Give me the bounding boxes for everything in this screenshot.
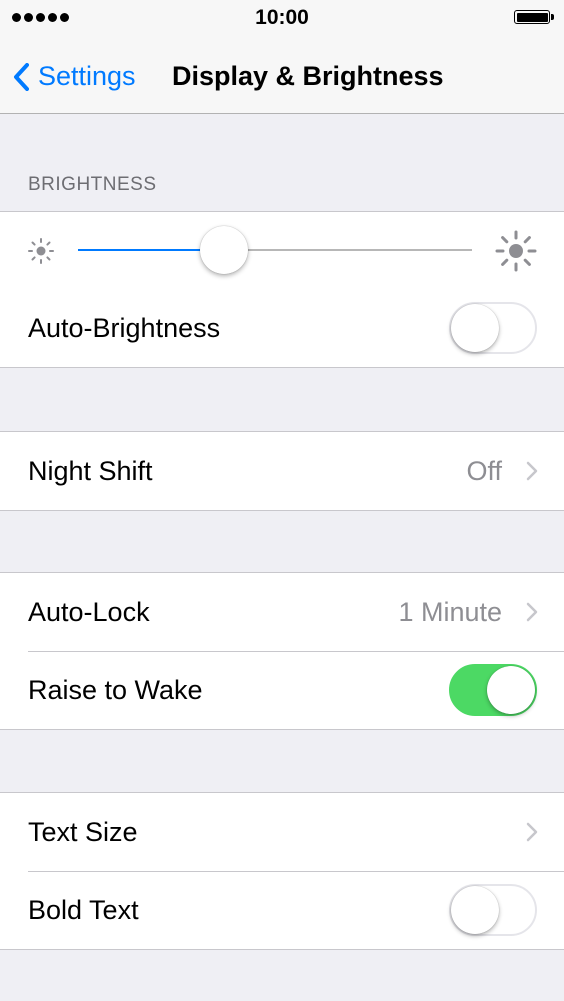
page-title: Display & Brightness <box>172 61 444 91</box>
chevron-right-icon <box>526 822 538 847</box>
text-size-label: Text Size <box>28 816 138 847</box>
text-group: Text Size Bold Text <box>0 792 564 950</box>
night-shift-row[interactable]: Night Shift Off <box>0 432 564 510</box>
brightness-slider-row <box>0 212 564 289</box>
text-size-row[interactable]: Text Size <box>0 793 564 871</box>
sun-large-icon <box>494 229 538 278</box>
auto-lock-row[interactable]: Auto-Lock 1 Minute <box>0 573 564 651</box>
night-shift-value: Off <box>466 455 502 486</box>
night-shift-label: Night Shift <box>28 455 153 486</box>
auto-lock-value: 1 Minute <box>398 596 502 627</box>
toggle-knob <box>451 304 499 352</box>
back-button[interactable]: Settings <box>13 40 136 113</box>
battery-full-icon <box>514 10 554 26</box>
auto-lock-label: Auto-Lock <box>28 596 150 627</box>
raise-to-wake-toggle[interactable] <box>449 664 537 716</box>
brightness-group: Auto-Brightness <box>0 211 564 368</box>
navigation-bar: Settings Display & Brightness <box>0 40 564 114</box>
chevron-right-icon <box>526 461 538 486</box>
night-shift-group: Night Shift Off <box>0 431 564 511</box>
raise-to-wake-label: Raise to Wake <box>28 674 203 705</box>
toggle-knob <box>451 886 499 934</box>
auto-brightness-row: Auto-Brightness <box>0 289 564 367</box>
sun-small-icon <box>26 236 56 271</box>
lock-group: Auto-Lock 1 Minute Raise to Wake <box>0 572 564 730</box>
chevron-right-icon <box>526 602 538 627</box>
toggle-knob <box>487 666 535 714</box>
back-button-label: Settings <box>38 61 136 91</box>
status-time: 10:00 <box>255 6 309 29</box>
brightness-track-empty <box>223 249 472 251</box>
brightness-slider-thumb[interactable] <box>199 226 248 274</box>
bold-text-toggle[interactable] <box>449 884 537 936</box>
auto-brightness-label: Auto-Brightness <box>28 312 221 343</box>
auto-brightness-toggle[interactable] <box>449 302 537 354</box>
chevron-left-icon <box>13 62 29 91</box>
section-header-brightness: BRIGHTNESS <box>28 174 157 195</box>
bold-text-label: Bold Text <box>28 894 139 925</box>
status-bar: 10:00 <box>0 0 564 40</box>
raise-to-wake-row: Raise to Wake <box>0 651 564 729</box>
bold-text-row: Bold Text <box>0 871 564 949</box>
